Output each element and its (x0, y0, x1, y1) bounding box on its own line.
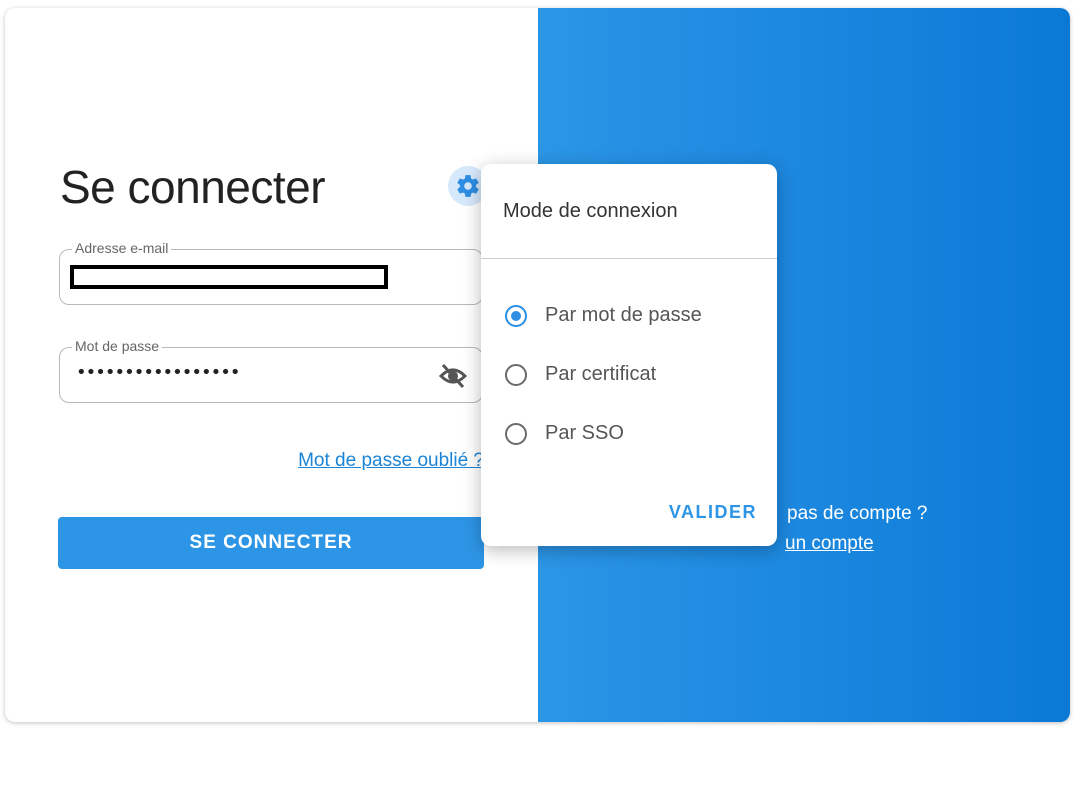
radio-label-password: Par mot de passe (545, 304, 702, 326)
password-value: ••••••••••••••••• (76, 362, 240, 383)
password-label: Mot de passe (72, 338, 163, 354)
popover-title: Mode de connexion (503, 200, 678, 222)
gear-icon (457, 175, 479, 197)
forgot-password-link[interactable]: Mot de passe oublié ? (298, 450, 484, 472)
login-button[interactable]: SE CONNECTER (58, 517, 484, 569)
toggle-password-visibility-button[interactable] (438, 362, 468, 390)
email-label: Adresse e-mail (72, 240, 172, 256)
email-field[interactable]: Adresse e-mail (59, 240, 483, 305)
radio-button-checked[interactable] (505, 304, 527, 327)
no-account-text: pas de compte ? (787, 503, 928, 524)
page-title: Se connecter (60, 161, 326, 213)
radio-option-certificate[interactable]: Par certificat (505, 363, 656, 386)
radio-option-sso[interactable]: Par SSO (505, 422, 624, 445)
password-field[interactable]: Mot de passe ••••••••••••••••• (59, 338, 483, 403)
create-account-link[interactable]: un compte (785, 533, 874, 555)
login-mode-popover: Mode de connexion Par mot de passe Par c… (481, 164, 777, 546)
radio-button[interactable] (505, 363, 527, 386)
redacted-email-value (70, 265, 388, 289)
radio-option-password[interactable]: Par mot de passe (505, 304, 702, 327)
radio-label-sso: Par SSO (545, 422, 624, 444)
radio-label-certificate: Par certificat (545, 363, 657, 385)
popover-divider (481, 258, 777, 259)
eye-off-icon (438, 363, 468, 389)
validate-button[interactable]: VALIDER (669, 502, 757, 523)
radio-button[interactable] (505, 422, 527, 445)
